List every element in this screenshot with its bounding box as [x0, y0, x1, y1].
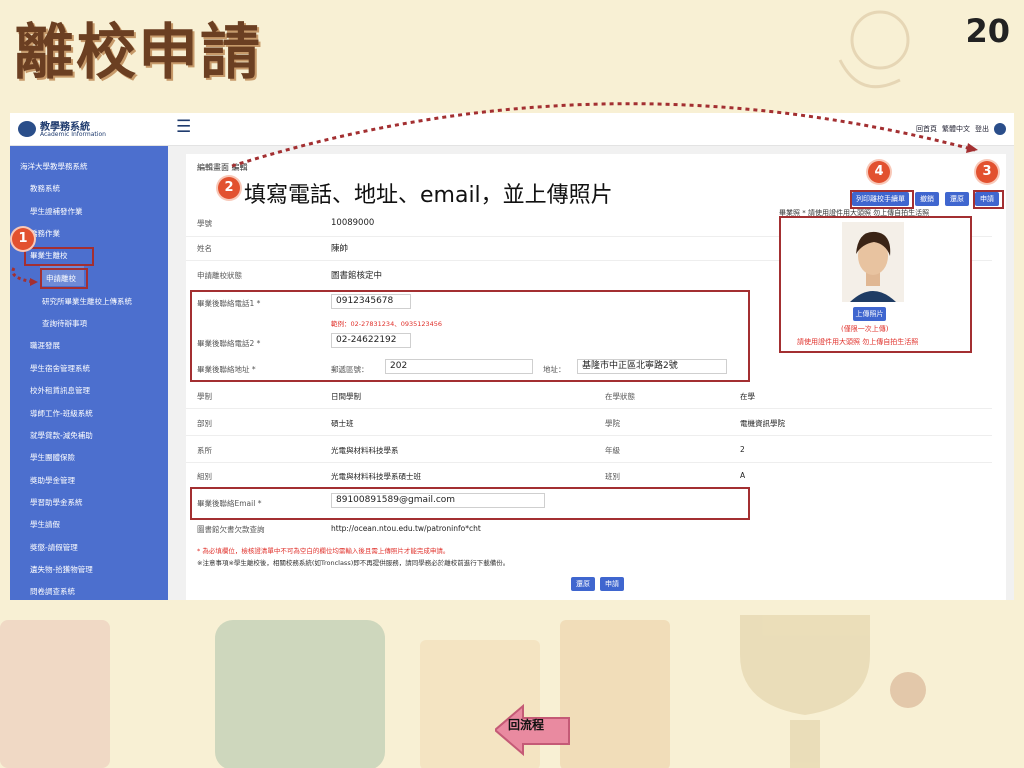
dotted-arrows	[11, 102, 978, 286]
step-3-badge: 3	[976, 161, 998, 183]
back-flow-button[interactable]: 回流程	[508, 716, 544, 733]
step-2-badge: 2	[218, 177, 240, 199]
step2-instruction: 填寫電話、地址、email，並上傳照片	[244, 183, 613, 208]
step-4-badge: 4	[868, 161, 890, 183]
step-1-badge: 1	[12, 228, 34, 250]
